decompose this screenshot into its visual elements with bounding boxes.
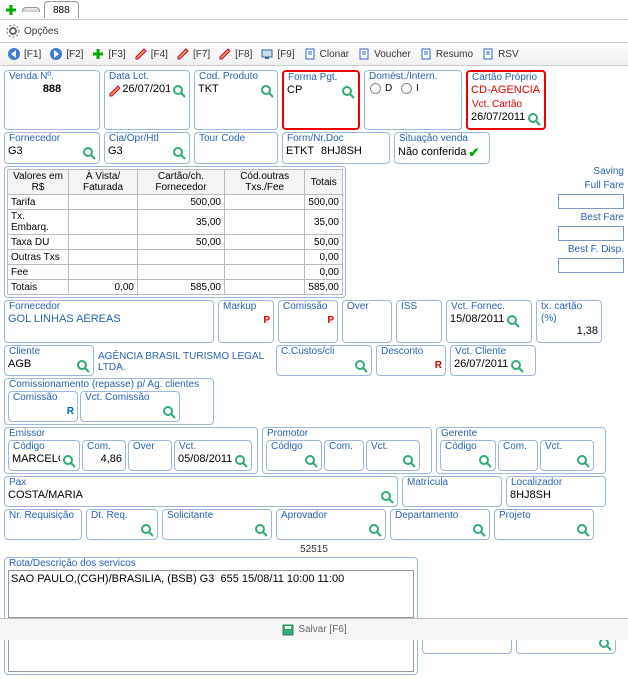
situacao-value[interactable]: Não conferida: [398, 146, 467, 161]
radio-i[interactable]: [401, 83, 412, 94]
bestfare-input[interactable]: [558, 226, 624, 241]
emissor-group: Emissor CódigoMARCELO Com.4,86 Over Vct.…: [4, 427, 258, 474]
venda-group: Venda Nº.888: [4, 70, 100, 130]
datalct-value[interactable]: 26/07/2011: [122, 83, 170, 98]
gerente-group: Gerente Código Com. Vct.: [436, 427, 606, 474]
search-icon[interactable]: [341, 85, 355, 99]
nrreq-group: Nr. Requisição: [4, 509, 82, 540]
pencil-icon[interactable]: [108, 84, 120, 98]
fornecedor-value[interactable]: G3: [8, 145, 80, 160]
edit-button[interactable]: [F4]: [131, 46, 171, 62]
iss-group: ISS: [396, 300, 442, 343]
search-icon[interactable]: [172, 146, 186, 160]
search-icon[interactable]: [354, 359, 368, 373]
venda-value: 888: [8, 83, 96, 98]
repasse-group: Comissionamento (repasse) p/ Ag. cliente…: [4, 378, 214, 425]
cliente-desc: AGÊNCIA BRASIL TURISMO LEGAL LTDA.: [98, 345, 272, 376]
tour-group: Tour Code: [194, 132, 278, 164]
gear-icon: [6, 24, 20, 38]
txcartao-group: tx. cartão (%)1,38: [536, 300, 602, 343]
search-icon[interactable]: [260, 84, 274, 98]
markup-group: MarkupP: [218, 300, 274, 343]
num-label: 52515: [4, 542, 624, 557]
search-icon[interactable]: [172, 84, 186, 98]
search-icon[interactable]: [527, 112, 541, 126]
matricula-group: Matrícula: [402, 476, 502, 507]
codprod-value[interactable]: TKT: [198, 83, 258, 98]
back-button[interactable]: [F1]: [4, 46, 44, 62]
projeto-group: Projeto: [494, 509, 594, 540]
fornecedor2-group: FornecedorGOL LINHAS AÉREAS: [4, 300, 214, 343]
salvar-button[interactable]: Salvar [F6]: [278, 622, 349, 638]
fullfare-input[interactable]: [558, 194, 624, 209]
rota-textarea[interactable]: [8, 570, 414, 618]
bestfdisp-input[interactable]: [558, 258, 624, 273]
domest-group: Domést./Intern.D I: [364, 70, 462, 130]
localizador-group: Localizador8HJ8SH: [506, 476, 606, 507]
cia-group: Cia/Opr/HtlG3: [104, 132, 190, 164]
formapgt-group: Forma Pgt.CP: [282, 70, 360, 130]
toolbar: [F1] [F2] [F3] [F4] [F7] [F8] [F9] Clona…: [0, 42, 628, 66]
fornecedor-group: FornecedorG3: [4, 132, 100, 164]
info-textarea[interactable]: [8, 636, 414, 672]
new-button[interactable]: [F3]: [88, 46, 128, 62]
comissao-group: ComissãoP: [278, 300, 338, 343]
clonar-button[interactable]: Clonar: [300, 46, 352, 62]
search-icon[interactable]: [162, 405, 176, 419]
vctcartao-value[interactable]: 26/07/2011: [471, 111, 525, 126]
f8-button[interactable]: [F8]: [215, 46, 255, 62]
departamento-group: Departamento: [390, 509, 490, 540]
menu-opcoes[interactable]: Opções: [24, 26, 58, 37]
search-icon[interactable]: [506, 314, 520, 328]
tab-empty[interactable]: [22, 7, 40, 12]
check-icon: ✔: [469, 145, 480, 161]
dtreq-group: Dt. Req.: [86, 509, 158, 540]
situacao-group: Situação vendaNão conferida✔: [394, 132, 490, 164]
vctcliente-group: Vct. Cliente26/07/2011: [450, 345, 536, 376]
cartao-group: Cartão PróprioCD-AGENCIA Vct. Cartão26/0…: [466, 70, 546, 130]
promotor-group: Promotor Código Com. Vct.: [262, 427, 432, 474]
tab-888[interactable]: 888: [44, 1, 79, 18]
solicitante-group: Solicitante: [162, 509, 272, 540]
pax-group: PaxCOSTA/MARIA: [4, 476, 398, 507]
menu-bar: Opções: [0, 20, 628, 42]
f7-button[interactable]: [F7]: [173, 46, 213, 62]
cliente-group: ClienteAGB: [4, 345, 94, 376]
aprovador-group: Aprovador: [276, 509, 386, 540]
search-icon[interactable]: [82, 146, 96, 160]
side-column: Saving Full Fare Best Fare Best F. Disp.: [558, 166, 624, 273]
codprod-group: Cod. ProdutoTKT: [194, 70, 278, 130]
formapgt-value[interactable]: CP: [287, 84, 339, 99]
tab-bar: 888: [0, 0, 628, 20]
over-group: Over: [342, 300, 392, 343]
formnr-group: Form/Nr.DocETKT 8HJ8SH: [282, 132, 390, 164]
f9-button[interactable]: [F9]: [257, 46, 297, 62]
radio-d[interactable]: [370, 83, 381, 94]
cia-value[interactable]: G3: [108, 145, 170, 160]
vctforn-group: Vct. Fornec.15/08/2011: [446, 300, 532, 343]
valores-table: Valores em R$À Vista/ FaturadaCartão/ch.…: [4, 166, 346, 298]
plus-icon[interactable]: [4, 3, 18, 17]
search-icon[interactable]: [510, 359, 524, 373]
ccustos-group: C.Custos/cli: [276, 345, 372, 376]
rsv-button[interactable]: RSV: [478, 46, 522, 62]
datalct-group: Data Lct.26/07/2011: [104, 70, 190, 130]
formnr-value[interactable]: 8HJ8SH: [321, 145, 362, 160]
rota-group: Rota/Descrição dos servicos: [4, 557, 418, 621]
footer: Salvar [F6]: [0, 618, 628, 640]
resumo-button[interactable]: Resumo: [416, 46, 476, 62]
forward-button[interactable]: [F2]: [46, 46, 86, 62]
voucher-button[interactable]: Voucher: [354, 46, 414, 62]
desconto-group: DescontoR: [376, 345, 446, 376]
tour-value[interactable]: [198, 145, 274, 160]
cartao-value[interactable]: CD-AGENCIA: [471, 84, 540, 99]
fornecedor2-value[interactable]: GOL LINHAS AÉREAS: [8, 313, 210, 328]
search-icon[interactable]: [76, 359, 90, 373]
